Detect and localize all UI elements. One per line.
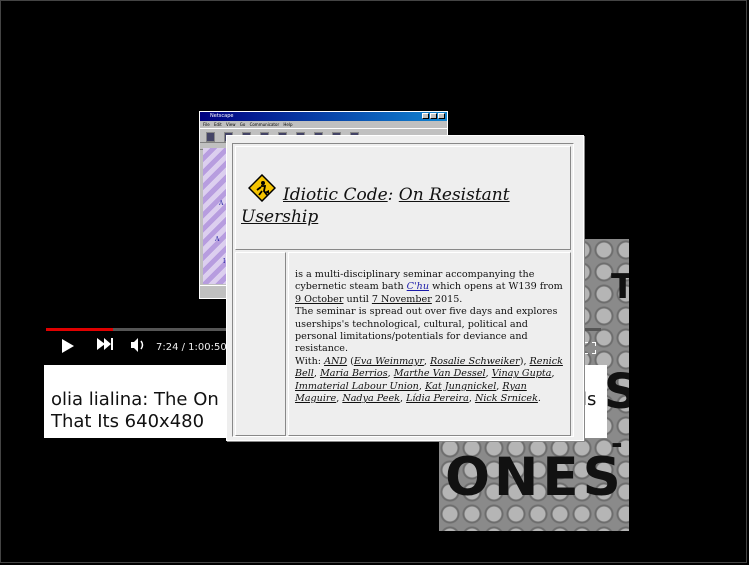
person-link[interactable]: Nick Srnicek xyxy=(475,393,538,404)
next-button[interactable] xyxy=(96,337,114,351)
fullscreen-icon xyxy=(583,341,597,355)
netscape-titlebar[interactable]: Netscape xyxy=(200,112,447,121)
skip-next-icon xyxy=(97,338,113,350)
video-title[interactable]: olia lialina: The On That Its 640x480 xyxy=(51,389,231,433)
video-timecode: 7:24 / 1:00:50 xyxy=(156,342,227,353)
netscape-window-title: Netscape xyxy=(210,113,234,119)
with-label: With: xyxy=(295,355,325,367)
side-cell xyxy=(235,252,286,436)
back-icon[interactable] xyxy=(206,132,215,142)
poster-letter-t: T xyxy=(611,267,629,307)
poster-letter-s: S xyxy=(604,364,629,420)
play-icon xyxy=(62,339,74,353)
title-link-resistant[interactable]: On Resistant xyxy=(399,185,510,205)
netscape-menubar[interactable]: File Edit View Go Communicator Help xyxy=(200,121,447,128)
minimize-icon[interactable] xyxy=(422,113,429,119)
video-title-line1: olia lialina: The On xyxy=(51,389,219,410)
content-letter: A xyxy=(219,200,224,207)
volume-button[interactable] xyxy=(130,337,146,353)
description-paragraph: The seminar is spread out over five days… xyxy=(295,306,558,355)
person-link[interactable]: Eva Weinmayr xyxy=(354,356,424,367)
title-link-idiotic-code[interactable]: Idiotic Code xyxy=(283,185,388,205)
play-button[interactable] xyxy=(60,337,76,355)
person-link[interactable]: Lídia Pereira xyxy=(406,393,469,404)
body-cell: is a multi-disciplinary seminar accompan… xyxy=(288,252,571,436)
poster-word: ONES xyxy=(445,447,625,508)
date-from: 9 October xyxy=(295,293,344,305)
person-link[interactable]: Marthe Van Dessel xyxy=(394,368,486,379)
maximize-icon[interactable] xyxy=(430,113,437,119)
year-text: 2015. xyxy=(431,293,463,305)
person-link[interactable]: Immaterial Labour Union xyxy=(295,381,419,392)
person-link[interactable]: Maria Berrios xyxy=(320,368,388,379)
intro-text-2: which opens at W139 from xyxy=(429,281,563,293)
layout-table: Idiotic Code: On Resistant Usership is a… xyxy=(232,143,574,437)
window-buttons xyxy=(422,113,445,119)
page-title: Idiotic Code: On Resistant Usership xyxy=(241,184,561,228)
chu-link[interactable]: C'hu xyxy=(407,281,429,292)
header-cell: Idiotic Code: On Resistant Usership xyxy=(235,146,571,250)
person-link[interactable]: Kat Jungnickel xyxy=(425,381,496,392)
video-title-fragment: ls xyxy=(582,389,597,410)
seminar-page: Idiotic Code: On Resistant Usership is a… xyxy=(226,135,584,441)
person-link[interactable]: Rosalie Schweiker xyxy=(430,356,520,367)
close-icon[interactable] xyxy=(438,113,445,119)
volume-icon xyxy=(131,338,144,352)
content-letter: A xyxy=(215,236,220,243)
person-link[interactable]: Nadya Peek xyxy=(342,393,400,404)
video-title-line2: That Its 640x480 xyxy=(51,411,205,432)
person-link[interactable]: Vinay Gupta xyxy=(492,368,552,379)
and-link[interactable]: AND xyxy=(324,356,347,367)
fullscreen-button[interactable] xyxy=(583,339,597,355)
title-link-usership[interactable]: Usership xyxy=(241,207,318,227)
until-text: until xyxy=(343,293,372,305)
seminar-description: is a multi-disciplinary seminar accompan… xyxy=(295,269,563,405)
video-progress-fill xyxy=(46,328,113,331)
title-separator: : xyxy=(387,185,399,205)
date-to: 7 November xyxy=(371,293,432,305)
